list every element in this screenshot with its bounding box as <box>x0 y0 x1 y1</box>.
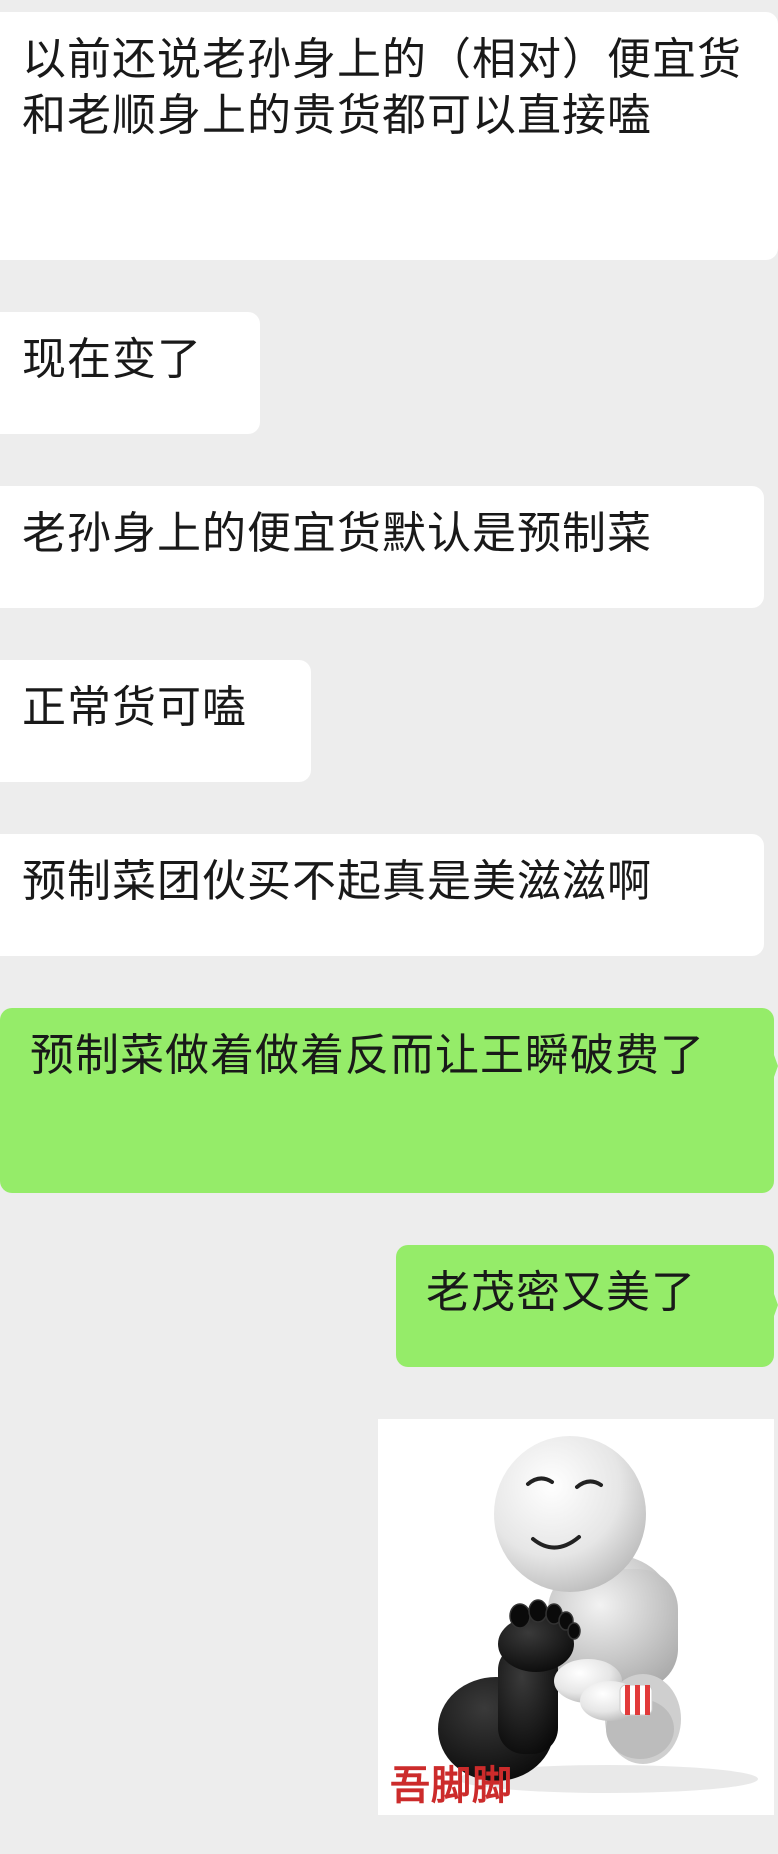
message-text: 预制菜团伙买不起真是美滋滋啊 <box>22 856 652 907</box>
message-incoming[interactable]: 现在变了 <box>0 312 260 434</box>
bubble-tail <box>774 1294 778 1316</box>
message-text: 老孙身上的便宜货默认是预制菜 <box>22 508 652 559</box>
message-text: 预制菜做着做着反而让王瞬破费了 <box>30 1030 705 1081</box>
message-outgoing[interactable]: 预制菜做着做着反而让王瞬破费了 <box>0 1008 774 1193</box>
message-outgoing[interactable]: 老茂密又美了 <box>396 1245 774 1367</box>
sticker-caption: 吾脚脚 <box>390 1763 513 1809</box>
message-text: 现在变了 <box>22 334 202 385</box>
message-text: 老茂密又美了 <box>426 1267 696 1318</box>
sticker-image[interactable]: 吾脚脚 <box>378 1419 774 1815</box>
bubble-tail <box>774 1055 778 1077</box>
message-incoming[interactable]: 正常货可嗑 <box>0 660 311 782</box>
message-incoming[interactable]: 以前还说老孙身上的（相对）便宜货和老顺身上的贵货都可以直接嗑 <box>0 12 778 260</box>
message-text: 正常货可嗑 <box>22 682 247 733</box>
message-incoming[interactable]: 老孙身上的便宜货默认是预制菜 <box>0 486 764 608</box>
message-incoming[interactable]: 预制菜团伙买不起真是美滋滋啊 <box>0 834 764 956</box>
message-text: 以前还说老孙身上的（相对）便宜货和老顺身上的贵货都可以直接嗑 <box>22 34 742 141</box>
